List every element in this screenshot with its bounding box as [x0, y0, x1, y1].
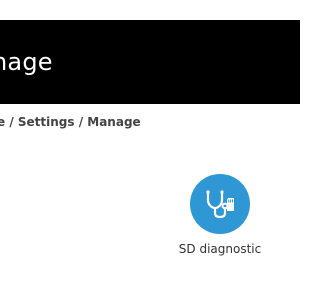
breadcrumb[interactable]: e / Settings / Manage: [0, 115, 141, 129]
header-bar: nage: [0, 20, 300, 104]
sd-diagnostic-tile[interactable]: SD diagnostic: [160, 174, 280, 264]
stethoscope-sd-card-icon[interactable]: [190, 174, 250, 234]
page-title: nage: [0, 48, 53, 76]
top-strip: [0, 0, 300, 20]
page: nage e / Settings / Manage SD diagnostic: [0, 0, 300, 300]
tile-label: SD diagnostic: [178, 242, 262, 256]
